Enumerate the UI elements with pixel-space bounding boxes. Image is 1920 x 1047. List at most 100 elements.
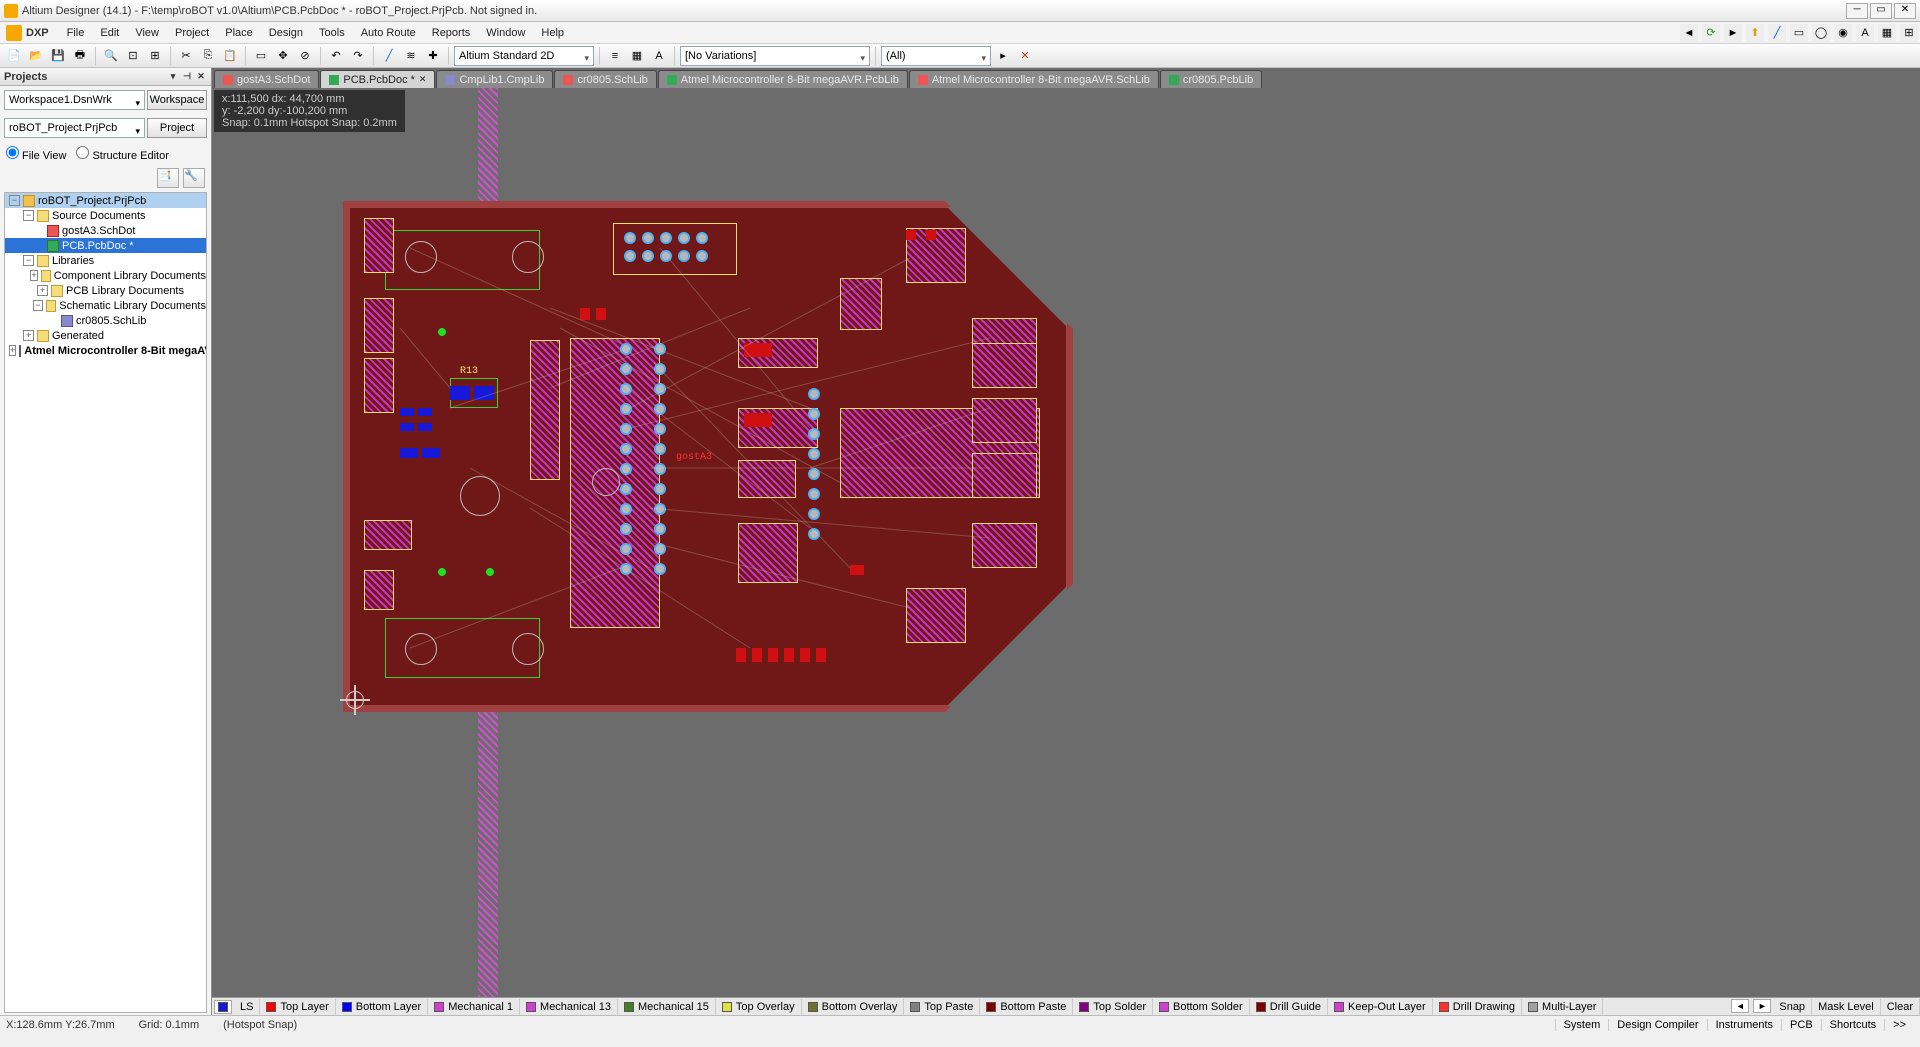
place-via-button[interactable]: ◯ bbox=[1812, 24, 1830, 42]
menu-place[interactable]: Place bbox=[217, 25, 261, 41]
tree-sch-lib-file[interactable]: cr0805.SchLib bbox=[5, 313, 206, 328]
copy-button[interactable]: ⎘ bbox=[198, 46, 218, 66]
filter-clear-button[interactable]: ✕ bbox=[1015, 46, 1035, 66]
place-dim-button[interactable]: ⊞ bbox=[1900, 24, 1918, 42]
panel-pin-button[interactable]: ⊣ bbox=[181, 71, 193, 83]
menu-edit[interactable]: Edit bbox=[92, 25, 127, 41]
comp-hk[interactable] bbox=[972, 398, 1037, 443]
print-button[interactable]: 🖶 bbox=[70, 46, 90, 66]
layer-nav-left[interactable]: ◄ bbox=[1731, 999, 1749, 1013]
layer-set-button[interactable] bbox=[214, 1000, 232, 1014]
layer-tab-10[interactable]: Bottom Solder bbox=[1153, 999, 1250, 1015]
diff-route-button[interactable]: ≋ bbox=[401, 46, 421, 66]
layer-clear-tab[interactable]: Clear bbox=[1881, 999, 1920, 1015]
layer-tab-4[interactable]: Mechanical 15 bbox=[618, 999, 716, 1015]
view-mode-combo[interactable]: Altium Standard 2D bbox=[454, 46, 594, 66]
project-button[interactable]: Project bbox=[147, 118, 207, 138]
zoom-sel-button[interactable]: ⊞ bbox=[145, 46, 165, 66]
layer-tab-9[interactable]: Top Solder bbox=[1073, 999, 1153, 1015]
paste-button[interactable]: 📋 bbox=[220, 46, 240, 66]
place-comp-button[interactable]: ▦ bbox=[1878, 24, 1896, 42]
tree-sch-lib[interactable]: −Schematic Library Documents bbox=[5, 298, 206, 313]
workspace-button[interactable]: Workspace bbox=[147, 90, 207, 110]
tree-sch-file[interactable]: gostA3.SchDot bbox=[5, 223, 206, 238]
layer-tab-0[interactable]: Top Layer bbox=[260, 999, 335, 1015]
status-tab-instruments[interactable]: Instruments bbox=[1707, 1019, 1781, 1031]
tree-generated[interactable]: +Generated bbox=[5, 328, 206, 343]
nav-fwd-button[interactable]: ► bbox=[1724, 24, 1742, 42]
nav-home-button[interactable]: ⟳ bbox=[1702, 24, 1720, 42]
comp-xe[interactable] bbox=[364, 570, 394, 610]
pcb-board[interactable]: gostA3 R13 bbox=[350, 208, 1066, 705]
filter-apply-button[interactable]: ▸ bbox=[993, 46, 1013, 66]
menu-window[interactable]: Window bbox=[478, 25, 533, 41]
layer-tab-6[interactable]: Bottom Overlay bbox=[802, 999, 905, 1015]
text-tool-button[interactable]: A bbox=[649, 46, 669, 66]
variations-combo[interactable]: [No Variations] bbox=[680, 46, 870, 66]
status-tab-pcb[interactable]: PCB bbox=[1781, 1019, 1821, 1031]
status-tab-more[interactable]: >> bbox=[1884, 1019, 1914, 1031]
layer-tab-8[interactable]: Bottom Paste bbox=[980, 999, 1073, 1015]
layer-mask-tab[interactable]: Mask Level bbox=[1812, 999, 1881, 1015]
tree-tool2-button[interactable]: 🔧 bbox=[183, 168, 205, 188]
layer-snap-tab[interactable]: Snap bbox=[1773, 999, 1812, 1015]
tree-project-root[interactable]: −roBOT_Project.PrjPcb bbox=[5, 193, 206, 208]
tree-pcb-lib[interactable]: +PCB Library Documents bbox=[5, 283, 206, 298]
menu-view[interactable]: View bbox=[127, 25, 167, 41]
align-button[interactable]: ≡ bbox=[605, 46, 625, 66]
doc-tab-2[interactable]: CmpLib1.CmpLib bbox=[436, 70, 553, 88]
radio-structure-editor[interactable]: Structure Editor bbox=[76, 146, 168, 162]
place-shape-button[interactable]: ▭ bbox=[1790, 24, 1808, 42]
menu-reports[interactable]: Reports bbox=[424, 25, 479, 41]
redo-button[interactable]: ↷ bbox=[348, 46, 368, 66]
comp-hm[interactable] bbox=[972, 523, 1037, 568]
comp-he[interactable] bbox=[738, 523, 798, 583]
status-tab-shortcuts[interactable]: Shortcuts bbox=[1821, 1019, 1884, 1031]
cross-probe-button[interactable]: ✚ bbox=[423, 46, 443, 66]
layer-tab-11[interactable]: Drill Guide bbox=[1250, 999, 1328, 1015]
radio-file-view[interactable]: File View bbox=[6, 146, 66, 162]
maximize-button[interactable]: ▭ bbox=[1870, 3, 1892, 19]
minimize-button[interactable]: ─ bbox=[1846, 3, 1868, 19]
doc-tab-1[interactable]: PCB.PcbDoc *✕ bbox=[320, 70, 435, 88]
layer-tab-7[interactable]: Top Paste bbox=[904, 999, 980, 1015]
dxp-icon[interactable] bbox=[6, 25, 22, 41]
comp-xd[interactable] bbox=[364, 520, 412, 550]
comp-xa[interactable] bbox=[364, 218, 394, 273]
deselect-button[interactable]: ⊘ bbox=[295, 46, 315, 66]
doc-tab-6[interactable]: cr0805.PcbLib bbox=[1160, 70, 1262, 88]
select-button[interactable]: ▭ bbox=[251, 46, 271, 66]
layer-set-ls[interactable]: LS bbox=[234, 999, 260, 1015]
layer-tab-14[interactable]: Multi-Layer bbox=[1522, 999, 1603, 1015]
open-button[interactable]: 📂 bbox=[26, 46, 46, 66]
new-button[interactable]: 📄 bbox=[4, 46, 24, 66]
layer-tab-2[interactable]: Mechanical 1 bbox=[428, 999, 520, 1015]
layer-nav-right[interactable]: ► bbox=[1753, 999, 1771, 1013]
layer-tab-3[interactable]: Mechanical 13 bbox=[520, 999, 618, 1015]
menu-design[interactable]: Design bbox=[261, 25, 311, 41]
doc-tab-3[interactable]: cr0805.SchLib bbox=[554, 70, 656, 88]
comp-hd[interactable] bbox=[738, 460, 796, 498]
tree-tool1-button[interactable]: 📑 bbox=[157, 168, 179, 188]
menu-autoroute[interactable]: Auto Route bbox=[353, 25, 424, 41]
status-tab-system[interactable]: System bbox=[1555, 1019, 1609, 1031]
comp-xc[interactable] bbox=[364, 358, 394, 413]
doc-tab-0[interactable]: gostA3.SchDot bbox=[214, 70, 319, 88]
project-tree[interactable]: −roBOT_Project.PrjPcb −Source Documents … bbox=[4, 192, 207, 1013]
move-button[interactable]: ✥ bbox=[273, 46, 293, 66]
comp-header-2x5[interactable] bbox=[613, 223, 737, 275]
filter-combo[interactable]: (All) bbox=[881, 46, 991, 66]
tree-comp-lib[interactable]: +Component Library Documents bbox=[5, 268, 206, 283]
panel-close-button[interactable]: ✕ bbox=[195, 71, 207, 83]
save-button[interactable]: 💾 bbox=[48, 46, 68, 66]
close-button[interactable]: ✕ bbox=[1894, 3, 1916, 19]
menu-project[interactable]: Project bbox=[167, 25, 217, 41]
status-tab-design-compiler[interactable]: Design Compiler bbox=[1608, 1019, 1706, 1031]
tab-close-icon[interactable]: ✕ bbox=[419, 74, 427, 85]
grid-button[interactable]: ▦ bbox=[627, 46, 647, 66]
place-pad-button[interactable]: ◉ bbox=[1834, 24, 1852, 42]
comp-hj[interactable] bbox=[972, 343, 1037, 388]
nav-up-button[interactable]: ⬆ bbox=[1746, 24, 1764, 42]
pcb-canvas[interactable]: gostA3 R13 bbox=[212, 88, 1920, 997]
project-combo[interactable]: roBOT_Project.PrjPcb bbox=[4, 118, 145, 138]
